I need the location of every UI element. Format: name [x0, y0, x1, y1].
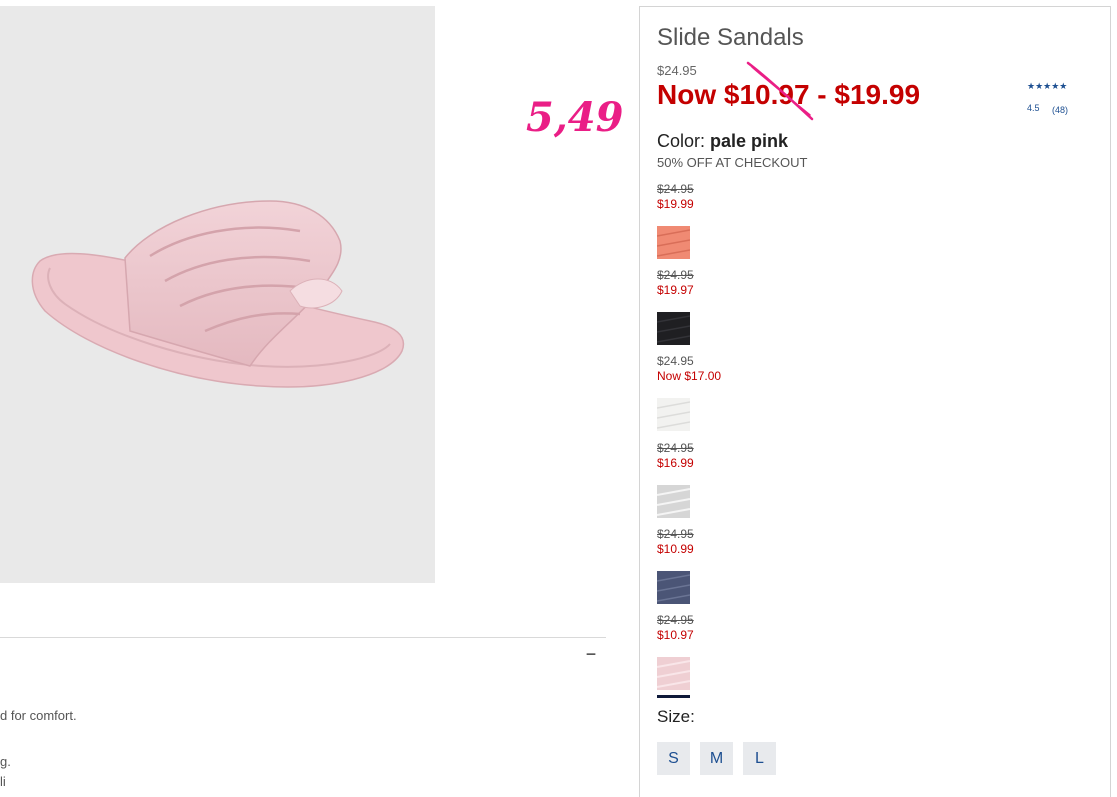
promo-text: 50% OFF AT CHECKOUT	[657, 155, 808, 170]
variant-original-price: $24.95	[657, 527, 694, 541]
variant-navy: $24.95 $10.99	[657, 527, 777, 604]
variant-sale-price: Now $17.00	[657, 369, 722, 383]
description-line: g.	[0, 754, 11, 769]
description-line: d for comfort.	[0, 708, 77, 723]
variant-sale-price: $19.99	[657, 197, 694, 211]
swatch-navy[interactable]	[657, 571, 690, 604]
color-value: pale pink	[710, 131, 789, 151]
handwritten-price-annotation: 5,49	[526, 94, 624, 141]
sale-price-range: Now $10.97 - $19.99	[657, 79, 921, 110]
size-option-s[interactable]: S	[657, 742, 690, 775]
variant-sale-price: $19.97	[657, 283, 694, 297]
variant-original-price: $24.95	[657, 268, 694, 282]
review-count[interactable]: (48)	[1052, 105, 1068, 115]
section-divider	[0, 637, 606, 638]
variant-pale-pink: $24.95 $10.97	[657, 613, 777, 698]
swatch-white[interactable]	[657, 398, 690, 431]
color-selection: Color: pale pink	[657, 131, 788, 152]
swatch-black[interactable]	[657, 312, 690, 345]
variant-original-price: $24.95	[657, 613, 694, 627]
variant-black: $24.95 $19.97	[657, 268, 777, 345]
rating-stars-icon: ★★★★★	[1027, 81, 1068, 91]
selected-indicator	[657, 695, 690, 698]
swatch-pale-pink[interactable]	[657, 657, 690, 690]
rating-value: 4.5	[1027, 103, 1040, 113]
swatch-silver[interactable]	[657, 485, 690, 518]
original-price: $24.95	[657, 63, 697, 78]
color-label: Color:	[657, 131, 706, 151]
variant-sale-price: $10.99	[657, 542, 694, 556]
collapse-toggle-icon[interactable]: −	[583, 645, 599, 663]
product-info-panel: Slide Sandals $24.95 Now $10.97 - $19.99…	[639, 6, 1111, 797]
sandal-illustration	[31, 200, 405, 388]
description-line: li	[0, 774, 6, 789]
rating-widget[interactable]: ★★★★★ 4.5 (48)	[1027, 81, 1097, 115]
variant-original-price: $24.95	[657, 441, 694, 455]
variant-white: $24.95 Now $17.00	[657, 354, 777, 431]
product-title: Slide Sandals	[657, 24, 804, 51]
product-image[interactable]	[0, 6, 435, 583]
variant-silver: $24.95 $16.99	[657, 441, 777, 518]
swatch-coral[interactable]	[657, 226, 690, 259]
size-option-l[interactable]: L	[743, 742, 776, 775]
variant-original-price: $24.95	[657, 182, 694, 196]
variant-sale-price: $10.97	[657, 628, 694, 642]
size-option-m[interactable]: M	[700, 742, 733, 775]
variant-sale-price: $16.99	[657, 456, 694, 470]
size-label: Size:	[657, 707, 695, 726]
variant-original-price: $24.95	[657, 354, 694, 368]
variant-coral: $24.95 $19.99	[657, 182, 777, 259]
